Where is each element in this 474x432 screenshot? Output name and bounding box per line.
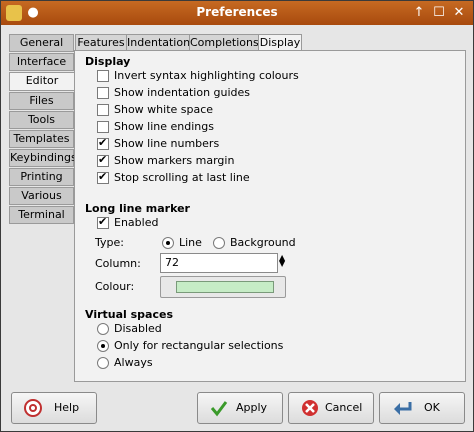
checkmark-icon	[210, 399, 228, 417]
cancel-button[interactable]: Cancel	[288, 392, 374, 424]
tab-features[interactable]: Features	[75, 34, 127, 51]
display-panel: Display Invert syntax highlighting colou…	[74, 50, 466, 382]
colour-swatch	[176, 281, 274, 293]
colour-button[interactable]	[160, 276, 286, 298]
category-editor[interactable]: Editor	[9, 72, 74, 91]
move-up-icon[interactable]: ↑	[411, 5, 427, 21]
column-label: Column:	[95, 257, 141, 270]
category-files[interactable]: Files	[9, 92, 74, 110]
title-bar: ● Preferences ↑ ☐ ✕	[1, 1, 473, 25]
cancel-icon	[301, 399, 319, 417]
tab-indentation[interactable]: Indentation	[126, 34, 190, 51]
category-terminal[interactable]: Terminal	[9, 206, 74, 224]
virtual-disabled-radio-dot[interactable]	[97, 323, 109, 335]
indent-guides-checkbox[interactable]	[97, 87, 109, 99]
help-icon	[24, 399, 42, 417]
stop-scrolling-checkbox[interactable]	[97, 170, 109, 184]
tab-display[interactable]: Display	[258, 34, 302, 51]
long-line-heading: Long line marker	[85, 202, 190, 215]
category-tabs: General Interface Editor Files Tools Tem…	[9, 34, 77, 225]
column-input[interactable]: 72	[160, 253, 278, 273]
type-background-radio-dot[interactable]	[213, 237, 225, 249]
window-title: Preferences	[196, 5, 278, 19]
category-general[interactable]: General	[9, 34, 74, 52]
help-button[interactable]: Help	[11, 392, 97, 424]
type-line-radio-dot[interactable]	[162, 237, 174, 249]
close-icon[interactable]: ✕	[451, 5, 467, 21]
category-various[interactable]: Various	[9, 187, 74, 205]
display-heading: Display	[85, 55, 131, 68]
virtual-always-radio-dot[interactable]	[97, 357, 109, 369]
line-numbers-checkbox[interactable]	[97, 136, 109, 150]
white-space-checkbox[interactable]	[97, 104, 109, 116]
column-spinner-icon[interactable]: ▲ ▼	[279, 254, 285, 268]
category-templates[interactable]: Templates	[9, 130, 74, 148]
long-line-enabled-checkbox[interactable]	[97, 215, 109, 229]
line-endings-checkbox[interactable]	[97, 121, 109, 133]
ok-button[interactable]: OK	[379, 392, 465, 424]
apply-button[interactable]: Apply	[197, 392, 283, 424]
tab-completions[interactable]: Completions	[189, 34, 259, 51]
invert-syntax-checkbox[interactable]	[97, 70, 109, 82]
maximize-icon[interactable]: ☐	[431, 5, 447, 21]
enter-arrow-icon	[392, 399, 412, 417]
markers-margin-checkbox[interactable]	[97, 153, 109, 167]
category-keybindings[interactable]: Keybindings	[9, 149, 77, 167]
category-tools[interactable]: Tools	[9, 111, 74, 129]
category-printing[interactable]: Printing	[9, 168, 74, 186]
category-interface[interactable]: Interface	[9, 53, 74, 71]
virtual-rectangular-radio-dot[interactable]	[97, 340, 109, 352]
virtual-spaces-heading: Virtual spaces	[85, 308, 173, 321]
preferences-window: ● Preferences ↑ ☐ ✕ General Interface Ed…	[0, 0, 474, 432]
colour-label: Colour:	[95, 280, 135, 293]
type-label: Type:	[95, 236, 124, 249]
